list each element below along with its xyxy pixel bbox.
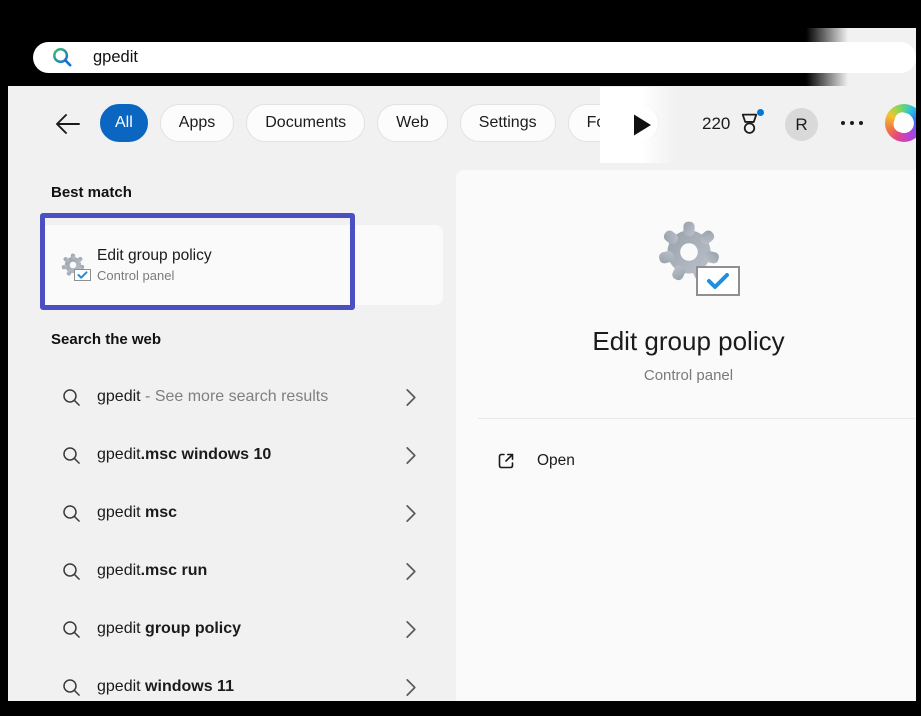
chevron-right-icon (405, 388, 417, 407)
best-match-result[interactable]: Edit group policy Control panel (40, 225, 443, 305)
filter-tabs: All Apps Documents Web Settings Folders (100, 104, 659, 142)
preview-title: Edit group policy (456, 326, 921, 357)
group-policy-gear-icon (58, 250, 88, 280)
tab-documents[interactable]: Documents (246, 104, 365, 142)
right-bezel (916, 0, 921, 708)
best-match-title: Edit group policy (97, 247, 212, 265)
chevron-right-icon (405, 562, 417, 581)
tab-apps[interactable]: Apps (160, 104, 234, 142)
suggestion-text: gpedit - See more search results (97, 388, 405, 406)
suggestion-text: gpedit.msc windows 10 (97, 446, 405, 464)
search-bar[interactable] (33, 42, 916, 73)
web-suggestions-list: gpedit - See more search results gpedit.… (40, 368, 443, 716)
rewards-counter[interactable]: 220 (702, 110, 762, 137)
search-icon (52, 47, 73, 68)
search-input[interactable] (93, 48, 793, 67)
back-arrow-icon[interactable] (54, 112, 81, 136)
bottom-bezel (0, 701, 921, 708)
chevron-right-icon (405, 504, 417, 523)
web-suggestion-row[interactable]: gpedit group policy (40, 600, 443, 658)
open-label: Open (537, 452, 575, 470)
chevron-right-icon (405, 620, 417, 639)
search-suggestion-icon (62, 446, 81, 465)
best-match-heading: Best match (51, 184, 132, 201)
web-suggestion-row[interactable]: gpedit.msc run (40, 542, 443, 600)
tab-web[interactable]: Web (377, 104, 448, 142)
avatar-initial: R (795, 115, 807, 135)
left-bezel (0, 0, 8, 708)
checkbox-icon (696, 266, 740, 296)
search-suggestion-icon (62, 678, 81, 697)
rewards-points: 220 (702, 114, 730, 134)
search-suggestion-icon (62, 388, 81, 407)
checkbox-icon (74, 269, 91, 281)
preview-panel: Edit group policy Control panel Open (456, 170, 921, 702)
tab-all[interactable]: All (100, 104, 148, 142)
web-suggestion-row[interactable]: gpedit.msc windows 10 (40, 426, 443, 484)
suggestion-text: gpedit group policy (97, 620, 405, 638)
suggestion-text: gpedit windows 11 (97, 678, 405, 696)
rewards-trophy-icon (737, 110, 762, 137)
open-external-icon (496, 451, 516, 471)
suggestion-text: gpedit.msc run (97, 562, 405, 580)
preview-divider (478, 418, 915, 419)
chevron-right-icon (405, 678, 417, 697)
more-options-icon[interactable] (841, 121, 863, 125)
search-suggestion-icon (62, 504, 81, 523)
web-suggestion-row[interactable]: gpedit msc (40, 484, 443, 542)
preview-subtitle: Control panel (456, 367, 921, 384)
tab-settings[interactable]: Settings (460, 104, 556, 142)
suggestion-text: gpedit msc (97, 504, 405, 522)
group-policy-gear-icon-large (648, 212, 730, 292)
search-web-heading: Search the web (51, 331, 161, 348)
open-action[interactable]: Open (496, 446, 575, 476)
web-suggestion-row[interactable]: gpedit - See more search results (40, 368, 443, 426)
user-avatar[interactable]: R (785, 108, 818, 141)
search-suggestion-icon (62, 562, 81, 581)
best-match-subtitle: Control panel (97, 268, 212, 283)
tabs-scroll-right-icon[interactable] (632, 114, 652, 136)
chevron-right-icon (405, 446, 417, 465)
top-bezel (0, 0, 921, 28)
search-suggestion-icon (62, 620, 81, 639)
